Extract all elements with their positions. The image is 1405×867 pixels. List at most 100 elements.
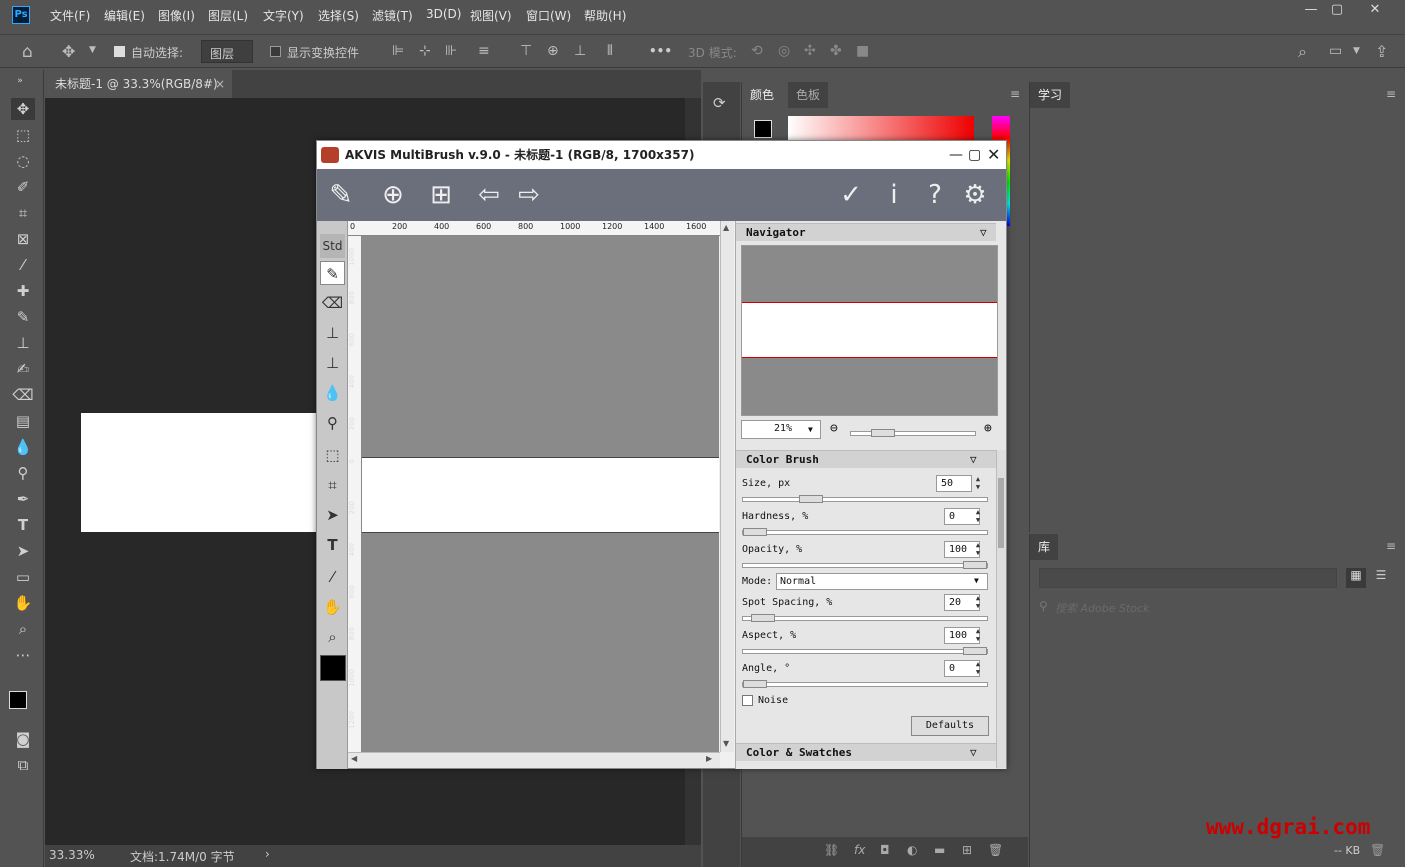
menu-help[interactable]: 帮助(H) xyxy=(584,7,626,24)
maximize-icon[interactable]: ▢ xyxy=(968,141,981,169)
close-button[interactable]: ✕ xyxy=(1359,0,1391,22)
align-middle-icon[interactable]: ⊕ xyxy=(547,43,559,59)
3d-slide-icon[interactable]: ✤ xyxy=(830,43,842,59)
chevron-down-icon[interactable]: ▼ xyxy=(808,425,813,434)
hardness-spinner[interactable]: ▲ ▼ xyxy=(972,508,984,525)
aspect-slider-thumb[interactable] xyxy=(963,647,987,655)
fx-icon[interactable]: fx xyxy=(854,843,865,857)
dodge-tool-icon[interactable]: ⚲ xyxy=(11,462,35,484)
std-mode-button[interactable]: Std xyxy=(320,234,345,258)
panel-scrollbar-thumb[interactable] xyxy=(998,478,1004,548)
minimize-icon[interactable]: — xyxy=(949,141,963,169)
menu-layer[interactable]: 图层(L) xyxy=(208,7,248,24)
spot-spacing-spinner[interactable]: ▲ ▼ xyxy=(972,594,984,611)
help-icon[interactable]: ? xyxy=(917,177,953,213)
crop-tool-icon[interactable]: ⌗ xyxy=(320,473,345,497)
opacity-spinner[interactable]: ▲ ▼ xyxy=(972,541,984,558)
search-icon[interactable]: ⌕ xyxy=(1298,42,1307,62)
text-tool-icon[interactable]: T xyxy=(320,533,345,557)
3d-roll-icon[interactable]: ◎ xyxy=(778,43,790,59)
settings-gear-icon[interactable]: ⚙ xyxy=(957,177,993,213)
history-panel-icon[interactable]: ⟳ xyxy=(713,94,726,112)
tab-swatches[interactable]: 色板 xyxy=(788,82,829,108)
quick-mask-icon[interactable]: ◙ xyxy=(11,728,35,750)
angle-spinner[interactable]: ▲ ▼ xyxy=(972,660,984,677)
link-layers-icon[interactable]: ⛓ xyxy=(824,843,839,857)
tab-learn[interactable]: 学习 xyxy=(1030,82,1071,108)
distribute-horizontal-icon[interactable]: ⫴ xyxy=(607,43,613,59)
menu-select[interactable]: 选择(S) xyxy=(318,7,359,24)
undo-arrow-icon[interactable]: ⇦ xyxy=(471,177,507,213)
status-arrow-icon[interactable]: › xyxy=(265,847,270,861)
menu-view[interactable]: 视图(V) xyxy=(470,7,512,24)
grid-view-icon[interactable]: ▦ xyxy=(1346,568,1366,588)
scroll-up-icon[interactable]: ▲ xyxy=(723,223,729,232)
mode-dropdown[interactable]: Normal xyxy=(776,573,988,590)
menu-3d[interactable]: 3D(D) xyxy=(426,7,461,21)
ruler-icon[interactable]: ⊞ xyxy=(423,177,459,213)
transform-tool-icon[interactable]: ➤ xyxy=(320,503,345,527)
marquee-tool-icon[interactable]: ⬚ xyxy=(11,124,35,146)
align-left-icon[interactable]: ⊫ xyxy=(392,43,404,59)
align-bottom-icon[interactable]: ⊥ xyxy=(574,43,586,59)
align-center-icon[interactable]: ⊹ xyxy=(419,43,431,59)
hardness-slider[interactable] xyxy=(742,528,988,536)
scroll-down-icon[interactable]: ▼ xyxy=(723,739,729,748)
share-icon[interactable]: ⇪ xyxy=(1375,42,1388,61)
move-tool-icon[interactable]: ✥ xyxy=(62,42,75,61)
trash-icon[interactable]: 🗑 xyxy=(988,843,1003,857)
pen-tool-icon[interactable]: ✒ xyxy=(11,488,35,510)
brushes-icon[interactable]: ✎ xyxy=(323,177,359,213)
angle-slider[interactable] xyxy=(742,680,988,688)
list-view-icon[interactable]: ☰ xyxy=(1371,568,1391,588)
panel-scrollbar[interactable] xyxy=(996,450,1006,768)
zoom-tool-icon[interactable]: ⌕ xyxy=(320,625,345,649)
menu-window[interactable]: 窗口(W) xyxy=(526,7,571,24)
akvis-image-strip[interactable] xyxy=(362,457,719,533)
navigator-viewport[interactable] xyxy=(742,302,997,358)
adjustment-icon[interactable]: ◐ xyxy=(907,843,917,857)
hardness-slider-thumb[interactable] xyxy=(743,528,767,536)
mask-icon[interactable]: ◘ xyxy=(880,843,890,857)
scroll-right-icon[interactable]: ▶ xyxy=(706,754,712,763)
zoom-slider[interactable] xyxy=(850,429,976,437)
show-transform-checkbox[interactable] xyxy=(270,46,281,57)
redo-arrow-icon[interactable]: ⇨ xyxy=(511,177,547,213)
quick-select-tool-icon[interactable]: ✐ xyxy=(11,176,35,198)
workspace-icon[interactable]: ▭ xyxy=(1329,43,1342,59)
distribute-icon[interactable]: ≡ xyxy=(478,43,490,59)
opacity-slider-thumb[interactable] xyxy=(963,561,987,569)
frame-tool-icon[interactable]: ⊠ xyxy=(11,228,35,250)
collapse-icon[interactable]: ▽ xyxy=(980,224,987,242)
brush-tool-icon[interactable]: ✎ xyxy=(11,306,35,328)
3d-camera-icon[interactable]: ■ xyxy=(856,43,869,59)
blur-drop-icon[interactable]: 💧 xyxy=(320,381,345,405)
angle-slider-thumb[interactable] xyxy=(743,680,767,688)
menu-edit[interactable]: 编辑(E) xyxy=(104,7,145,24)
3d-orbit-icon[interactable]: ⟲ xyxy=(751,43,763,59)
trash-icon[interactable]: 🗑 xyxy=(1370,843,1385,857)
zoom-slider-thumb[interactable] xyxy=(871,429,895,437)
color-swatches-header[interactable]: Color & Swatches ▽ xyxy=(736,743,996,761)
scroll-left-icon[interactable]: ◀ xyxy=(351,754,357,763)
navigator-preview[interactable] xyxy=(741,245,998,416)
new-layer-icon[interactable]: ⊞ xyxy=(962,843,972,857)
eyedropper-tool-icon[interactable]: ⁄ xyxy=(11,254,35,276)
crop-tool-icon[interactable]: ⌗ xyxy=(11,202,35,224)
color-brush-header[interactable]: Color Brush ▽ xyxy=(736,450,996,468)
collapse-icon[interactable]: ▽ xyxy=(970,451,977,469)
aspect-slider[interactable] xyxy=(742,647,988,655)
size-slider[interactable] xyxy=(742,495,988,503)
spot-spacing-slider[interactable] xyxy=(742,614,988,622)
path-select-tool-icon[interactable]: ➤ xyxy=(11,540,35,562)
defaults-button[interactable]: Defaults xyxy=(911,716,989,736)
collapse-icon[interactable]: ▽ xyxy=(970,744,977,762)
type-tool-icon[interactable]: T xyxy=(11,514,35,536)
akvis-vertical-scrollbar[interactable]: ▲ ▼ xyxy=(720,221,734,752)
navigator-header[interactable]: Navigator ▽ xyxy=(736,223,996,241)
blur-tool-icon[interactable]: 💧 xyxy=(11,436,35,458)
chevron-down-icon[interactable]: ▼ xyxy=(1353,46,1360,56)
spot-spacing-slider-thumb[interactable] xyxy=(751,614,775,622)
eraser-tool-icon[interactable]: ⌫ xyxy=(11,384,35,406)
healing-tool-icon[interactable]: ✚ xyxy=(11,280,35,302)
